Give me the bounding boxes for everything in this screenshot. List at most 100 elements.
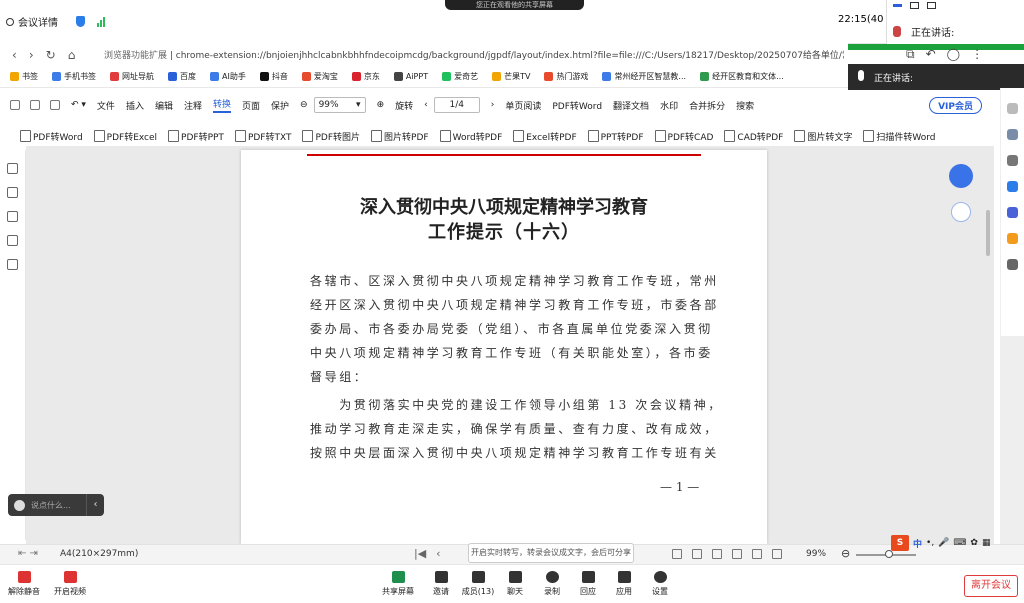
ai-assistant-icon[interactable] — [949, 164, 973, 188]
mute-button[interactable]: 解除静音 — [4, 571, 44, 597]
menu-insert[interactable]: 插入 — [126, 99, 144, 112]
search-button[interactable]: 搜索 — [736, 99, 754, 112]
fit-icon[interactable] — [672, 549, 682, 559]
search-icon[interactable] — [7, 235, 18, 246]
zoom-level[interactable]: 99% — [806, 549, 826, 559]
ime-mode[interactable]: 中 — [913, 537, 922, 550]
profile-icon[interactable]: ◯ — [947, 47, 960, 61]
reply-button[interactable]: 回应 — [568, 571, 608, 597]
collapse-chat-icon[interactable]: ‹ — [86, 494, 104, 516]
convert-button[interactable]: CAD转PDF — [724, 130, 783, 143]
help-icon[interactable] — [1007, 103, 1018, 114]
view-mode-select[interactable]: 单页阅读 — [505, 99, 541, 112]
bookmark-item[interactable]: AI助手 — [210, 71, 246, 82]
book-icon[interactable] — [772, 549, 782, 559]
watermark-button[interactable]: 水印 — [660, 99, 678, 112]
convert-button[interactable]: 图片转PDF — [371, 130, 429, 143]
thumbnail-icon[interactable] — [7, 187, 18, 198]
undo-icon[interactable]: ↶ ▾ — [71, 100, 86, 110]
bookmark-item[interactable]: 爱淘宝 — [302, 71, 338, 82]
convert-button[interactable]: PPT转PDF — [588, 130, 644, 143]
prev-page-icon[interactable]: ‹ — [424, 100, 428, 110]
reload-icon[interactable]: ↻ — [46, 48, 56, 62]
bookmark-icon[interactable] — [7, 163, 18, 174]
convert-button[interactable]: PDF转Word — [20, 130, 83, 143]
page-number-field[interactable]: 1/4 — [433, 97, 480, 113]
game-icon[interactable] — [1007, 207, 1018, 218]
bookmark-item[interactable]: 常州经开区智慧教... — [602, 71, 686, 82]
bookmark-item[interactable]: 手机书签 — [52, 71, 96, 82]
print-icon[interactable] — [50, 100, 60, 110]
translate-button[interactable]: 翻译文档 — [613, 99, 649, 112]
pdf-to-word-button[interactable]: PDF转Word — [552, 99, 602, 112]
feedback-icon[interactable] — [951, 202, 971, 222]
skin-icon[interactable]: ✿ — [970, 538, 978, 548]
menu-icon[interactable]: ⋮ — [971, 47, 983, 61]
ai-icon[interactable] — [1007, 181, 1018, 192]
toolbox-icon[interactable] — [1007, 233, 1018, 244]
attachment-icon[interactable] — [7, 259, 18, 270]
convert-button[interactable]: 图片转文字 — [794, 130, 852, 143]
merge-split-button[interactable]: 合并拆分 — [689, 99, 725, 112]
bookmark-item[interactable]: 芒果TV — [492, 71, 530, 82]
bookmark-item[interactable]: 爱奇艺 — [442, 71, 478, 82]
sogou-icon[interactable]: S — [891, 535, 909, 551]
next-page-icon[interactable]: › — [491, 100, 495, 110]
convert-button[interactable]: PDF转图片 — [302, 130, 360, 143]
bookmark-item[interactable]: 书签 — [10, 71, 38, 82]
chat-button[interactable]: 聊天 — [495, 571, 535, 597]
double-page-icon[interactable] — [732, 549, 742, 559]
members-button[interactable]: 成员(13) — [458, 571, 498, 597]
convert-button[interactable]: PDF转PPT — [168, 130, 224, 143]
vip-button[interactable]: VIP会员 — [929, 96, 982, 114]
first-page-icon[interactable]: |◀ — [414, 547, 426, 560]
menu-annotate[interactable]: 注释 — [184, 99, 202, 112]
forward-icon[interactable]: › — [29, 48, 34, 62]
zoom-select[interactable]: 99% ▾ — [313, 97, 366, 113]
bookmark-item[interactable]: 经开区教育和文体... — [700, 71, 784, 82]
chat-input[interactable]: 说点什么... ‹ — [8, 494, 104, 516]
convert-button[interactable]: 扫描件转Word — [863, 130, 935, 143]
invite-button[interactable]: 邀请 — [421, 571, 461, 597]
bookmark-item[interactable]: 京东 — [352, 71, 380, 82]
menu-protect[interactable]: 保护 — [271, 99, 289, 112]
convert-button[interactable]: PDF转CAD — [655, 130, 714, 143]
punctuation-icon[interactable]: •, — [926, 538, 934, 548]
scrollbar[interactable] — [986, 210, 990, 256]
emoji-icon[interactable] — [14, 499, 25, 511]
bookmark-item[interactable]: 热门游戏 — [544, 71, 588, 82]
meeting-details-label[interactable]: 会议详情 — [18, 14, 58, 29]
bookmark-item[interactable]: 百度 — [168, 71, 196, 82]
phone-icon[interactable] — [1007, 259, 1018, 270]
minimize-icon[interactable] — [893, 4, 902, 7]
rotate-button[interactable]: 旋转 — [395, 99, 413, 112]
bookmark-item[interactable]: 网址导航 — [110, 71, 154, 82]
zoom-in-icon[interactable]: ⊕ — [377, 100, 385, 110]
window-controls[interactable] — [893, 2, 936, 9]
bookmark-item[interactable]: AiPPT — [394, 72, 428, 81]
maximize-icon[interactable] — [910, 2, 919, 9]
ime-menu-icon[interactable]: ▦ — [982, 538, 991, 548]
settings-button[interactable]: 设置 — [640, 571, 680, 597]
bookmark-item[interactable]: 抖音 — [260, 71, 288, 82]
prev-icon[interactable]: ‹ — [436, 547, 440, 560]
convert-button[interactable]: Word转PDF — [440, 130, 503, 143]
comment-icon[interactable] — [7, 211, 18, 222]
back-icon[interactable]: ‹ — [12, 48, 17, 62]
save-icon[interactable] — [30, 100, 40, 110]
menu-edit[interactable]: 编辑 — [155, 99, 173, 112]
sidebar-toggle-icon[interactable]: ⇤ ⇥ — [18, 548, 38, 559]
zoom-out-icon[interactable]: ⊖ — [300, 100, 308, 110]
history-icon[interactable] — [1007, 155, 1018, 166]
convert-button[interactable]: PDF转TXT — [235, 130, 292, 143]
extensions-icon[interactable]: ⧉ — [906, 47, 915, 62]
menu-convert[interactable]: 转换 — [212, 97, 231, 113]
url-field[interactable]: 浏览器功能扩展 | chrome-extension://bnjoienjhhc… — [104, 48, 844, 61]
history-icon[interactable]: ↶ — [926, 47, 936, 61]
menu-file[interactable]: 文件 — [97, 99, 115, 112]
convert-button[interactable]: PDF转Excel — [94, 130, 157, 143]
fullscreen-icon[interactable] — [692, 549, 702, 559]
convert-button[interactable]: Excel转PDF — [513, 130, 576, 143]
apps-button[interactable]: 应用 — [604, 571, 644, 597]
zoom-minus-icon[interactable]: ⊖ — [841, 547, 850, 560]
